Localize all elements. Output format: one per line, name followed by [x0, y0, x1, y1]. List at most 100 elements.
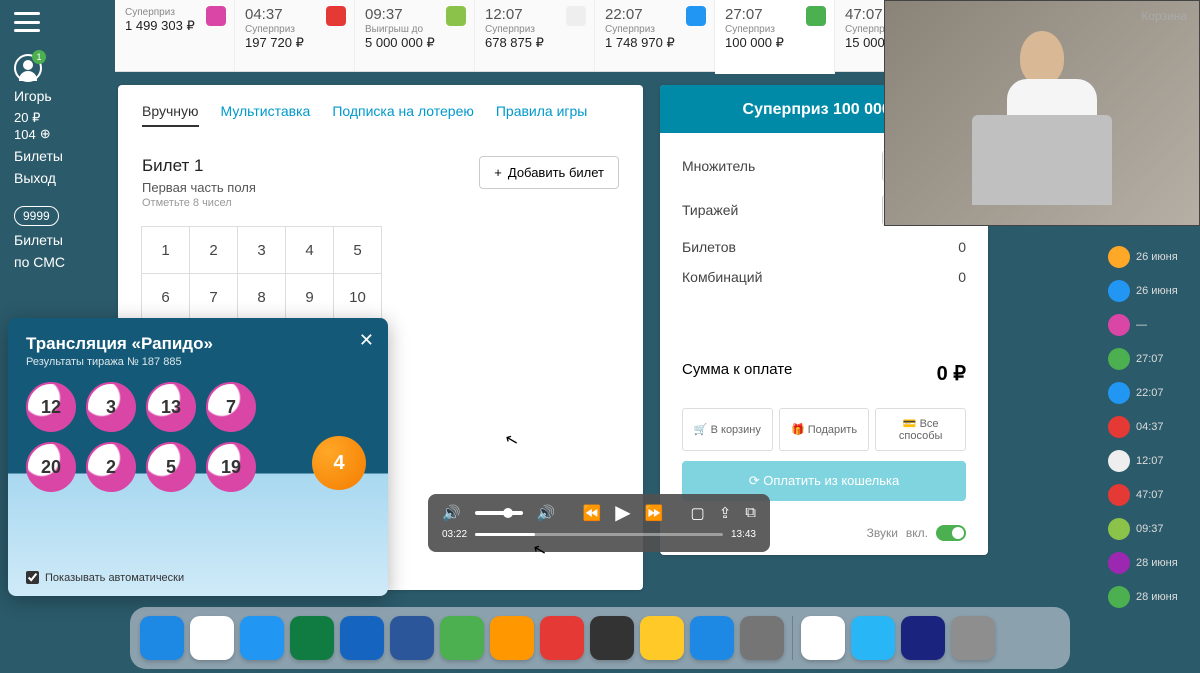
video-progress[interactable] — [475, 533, 723, 536]
dock-app-icon[interactable] — [640, 616, 684, 660]
lottery-tile[interactable]: Суперприз1 499 303 ₽ — [115, 0, 235, 71]
dock-app-icon[interactable] — [340, 616, 384, 660]
dock-app-icon[interactable] — [390, 616, 434, 660]
volume-max-icon[interactable]: 🔊 — [537, 504, 556, 522]
number-cell[interactable]: 2 — [189, 226, 238, 274]
rewind-icon[interactable]: ⏪ — [583, 504, 602, 522]
auto-show-checkbox[interactable]: Показывать автоматически — [26, 571, 184, 584]
tab-0[interactable]: Вручную — [142, 103, 199, 127]
draw-list-item[interactable]: — — [1104, 308, 1200, 342]
draw-list-item[interactable]: 28 июня — [1104, 580, 1200, 614]
dock-app-icon[interactable] — [290, 616, 334, 660]
number-cell[interactable]: 8 — [237, 273, 286, 321]
popup-title: Трансляция «Рапидо» — [26, 334, 370, 354]
dock-app-icon[interactable] — [740, 616, 784, 660]
balance[interactable]: 20 ₽ — [14, 110, 95, 126]
ticket-title: Билет 1 — [142, 156, 256, 176]
volume-icon[interactable]: 🔊 — [442, 504, 461, 522]
dock-app-icon[interactable] — [590, 616, 634, 660]
gift-button[interactable]: 🎁 Подарить — [779, 408, 870, 451]
tabs: Вручную Мультиставка Подписка на лотерею Пр… — [142, 103, 619, 128]
lottery-tile[interactable]: 22:07Суперприз1 748 970 ₽ — [595, 0, 715, 71]
combo-count: 0 — [958, 269, 966, 285]
lottery-tile[interactable]: 04:37Суперприз197 720 ₽ — [235, 0, 355, 71]
sms-tickets-1[interactable]: Билеты — [14, 232, 95, 248]
plus-icon: + — [494, 165, 502, 180]
cursor-icon — [533, 540, 547, 560]
number-cell[interactable]: 7 — [189, 273, 238, 321]
points[interactable]: 104 ⊕ — [14, 126, 95, 142]
avatar[interactable]: 1 — [14, 54, 42, 82]
number-cell[interactable]: 10 — [333, 273, 382, 321]
bonus-ball: 4 — [312, 436, 366, 490]
dock-app-icon[interactable] — [540, 616, 584, 660]
right-draw-list: 26 июня26 июня—27:0722:0704:3712:0747:07… — [1104, 240, 1200, 614]
tickets-count-label: Билетов — [682, 239, 736, 255]
broadcast-popup: ✕ Трансляция «Рапидо» Результаты тиража … — [8, 318, 388, 596]
dock-app-icon[interactable] — [951, 616, 995, 660]
airplay-icon[interactable]: ▢ — [691, 504, 705, 522]
tab-2[interactable]: Подписка на лотерею — [332, 103, 474, 127]
number-cell[interactable]: 9 — [285, 273, 334, 321]
dock-app-icon[interactable] — [901, 616, 945, 660]
draw-list-item[interactable]: 26 июня — [1104, 274, 1200, 308]
number-cell[interactable]: 3 — [237, 226, 286, 274]
share-icon[interactable]: ⇪ — [719, 504, 732, 522]
dock-app-icon[interactable] — [851, 616, 895, 660]
exit-link[interactable]: Выход — [14, 170, 95, 186]
cart-button[interactable]: 🛒 В корзину — [682, 408, 773, 451]
draw-list-item[interactable]: 12:07 — [1104, 444, 1200, 478]
number-cell[interactable]: 5 — [333, 226, 382, 274]
menu-icon[interactable] — [14, 12, 40, 32]
draw-list-item[interactable]: 27:07 — [1104, 342, 1200, 376]
close-icon[interactable]: ✕ — [359, 330, 374, 351]
tickets-count: 0 — [958, 239, 966, 255]
dock-app-icon[interactable] — [440, 616, 484, 660]
notification-badge: 1 — [32, 50, 46, 64]
add-ticket-button[interactable]: +Добавить билет — [479, 156, 619, 189]
forward-icon[interactable]: ⏩ — [645, 504, 664, 522]
result-ball: 13 — [146, 382, 196, 432]
number-cell[interactable]: 4 — [285, 226, 334, 274]
draw-list-item[interactable]: 22:07 — [1104, 376, 1200, 410]
popup-subtitle: Результаты тиража № 187 885 — [26, 356, 370, 368]
dock-app-icon[interactable] — [801, 616, 845, 660]
volume-slider[interactable] — [475, 511, 523, 515]
cam-label: Корзина — [1141, 9, 1187, 23]
all-methods-button[interactable]: 💳 Все способы — [875, 408, 966, 451]
draw-list-item[interactable]: 28 июня — [1104, 546, 1200, 580]
number-cell[interactable]: 6 — [141, 273, 190, 321]
pip-icon[interactable]: ⧉ — [745, 504, 756, 521]
draw-list-item[interactable]: 47:07 — [1104, 478, 1200, 512]
result-ball: 2 — [86, 442, 136, 492]
lottery-tile[interactable]: 09:37Выигрыш до5 000 000 ₽ — [355, 0, 475, 71]
cursor-icon — [505, 430, 519, 450]
video-controls: 🔊 🔊 ⏪ ▶ ⏩ ▢ ⇪ ⧉ 03:22 13:43 — [428, 494, 770, 552]
username[interactable]: Игорь — [14, 88, 95, 104]
result-ball: 12 — [26, 382, 76, 432]
sms-tickets-2[interactable]: по СМС — [14, 254, 95, 270]
dock-app-icon[interactable] — [140, 616, 184, 660]
lottery-tile[interactable]: 27:07Суперприз100 000 ₽ — [715, 0, 835, 74]
sounds-toggle[interactable] — [936, 525, 966, 541]
draw-list-item[interactable]: 26 июня — [1104, 240, 1200, 274]
tab-1[interactable]: Мультиставка — [221, 103, 311, 127]
video-total-time: 13:43 — [731, 529, 756, 540]
draw-list-item[interactable]: 04:37 — [1104, 410, 1200, 444]
dock-app-icon[interactable] — [690, 616, 734, 660]
result-ball: 19 — [206, 442, 256, 492]
ticket-hint: Отметьте 8 чисел — [142, 197, 256, 209]
tab-3[interactable]: Правила игры — [496, 103, 588, 127]
result-ball: 7 — [206, 382, 256, 432]
tickets-link[interactable]: Билеты — [14, 148, 95, 164]
draw-list-item[interactable]: 09:37 — [1104, 512, 1200, 546]
play-icon[interactable]: ▶ — [615, 500, 630, 525]
dock-app-icon[interactable] — [190, 616, 234, 660]
dock-app-icon[interactable] — [490, 616, 534, 660]
sms-code[interactable]: 9999 — [14, 206, 59, 226]
sounds-state: вкл. — [906, 526, 928, 540]
result-ball: 5 — [146, 442, 196, 492]
dock-app-icon[interactable] — [240, 616, 284, 660]
number-cell[interactable]: 1 — [141, 226, 190, 274]
lottery-tile[interactable]: 12:07Суперприз678 875 ₽ — [475, 0, 595, 71]
